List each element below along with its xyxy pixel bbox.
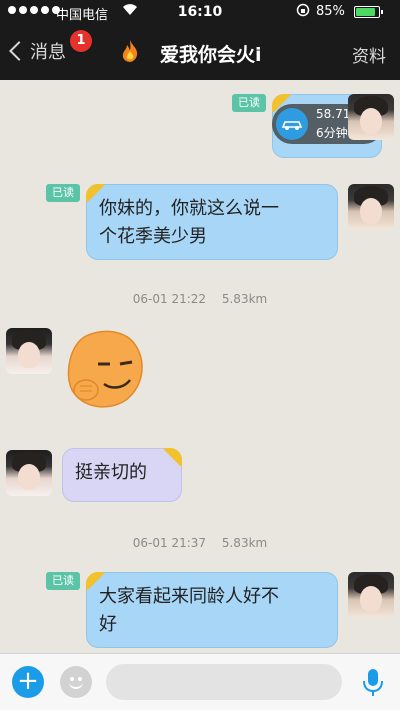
- rotation-lock-icon: [296, 3, 310, 20]
- battery-icon: [354, 6, 383, 18]
- message-bubble-sent[interactable]: 大家看起来同龄人好不 好: [86, 572, 338, 648]
- timestamp: 06-01 21:37 5.83km: [0, 536, 400, 550]
- battery-percent: 85%: [316, 4, 345, 19]
- message-text: 你妹的，你就这么说一: [99, 198, 279, 219]
- read-receipt: 已读: [46, 572, 80, 590]
- message-input[interactable]: [106, 664, 342, 700]
- add-attachment-button[interactable]: +: [12, 666, 44, 698]
- contact-avatar[interactable]: [6, 450, 52, 496]
- unread-badge: 1: [70, 30, 92, 52]
- message-bubble-received[interactable]: 挺亲切的: [62, 448, 182, 502]
- my-avatar[interactable]: [348, 184, 394, 230]
- timestamp: 06-01 21:22 5.83km: [0, 292, 400, 306]
- microphone-icon[interactable]: [360, 666, 386, 698]
- message-text: 大家看起来同龄人好不: [99, 586, 279, 607]
- profile-button[interactable]: 资料: [352, 42, 386, 67]
- flame-icon: [120, 39, 140, 67]
- input-bar: +: [0, 653, 400, 710]
- my-avatar[interactable]: [348, 94, 394, 140]
- timestamp-time: 06-01 21:22: [132, 292, 207, 306]
- read-receipt: 已读: [46, 184, 80, 202]
- back-label: 消息: [30, 42, 66, 63]
- message-text: 挺亲切的: [75, 462, 147, 483]
- read-receipt: 已读: [232, 94, 266, 112]
- contact-avatar[interactable]: [6, 328, 52, 374]
- car-icon: [276, 108, 308, 140]
- sticker-image[interactable]: [64, 328, 154, 412]
- chat-area[interactable]: 已读 58.71km 6分钟前 已读 你妹的，你就这么说一 个花季美少男 06-…: [0, 80, 400, 653]
- my-avatar[interactable]: [348, 572, 394, 618]
- emoji-button[interactable]: [60, 666, 92, 698]
- message-bubble-sent[interactable]: 你妹的，你就这么说一 个花季美少男: [86, 184, 338, 260]
- timestamp-time: 06-01 21:37: [132, 536, 207, 550]
- back-button[interactable]: 消息: [8, 38, 66, 64]
- status-bar: 中国电信 16:10 85%: [0, 0, 400, 24]
- timestamp-distance: 5.83km: [221, 536, 268, 550]
- message-text: 好: [99, 614, 117, 635]
- page-title: 爱我你会火i: [160, 44, 262, 66]
- nav-bar: 消息 1 爱我你会火i 资料: [0, 24, 400, 80]
- message-text: 个花季美少男: [99, 226, 207, 247]
- timestamp-distance: 5.83km: [221, 292, 268, 306]
- chevron-left-icon: [9, 41, 29, 61]
